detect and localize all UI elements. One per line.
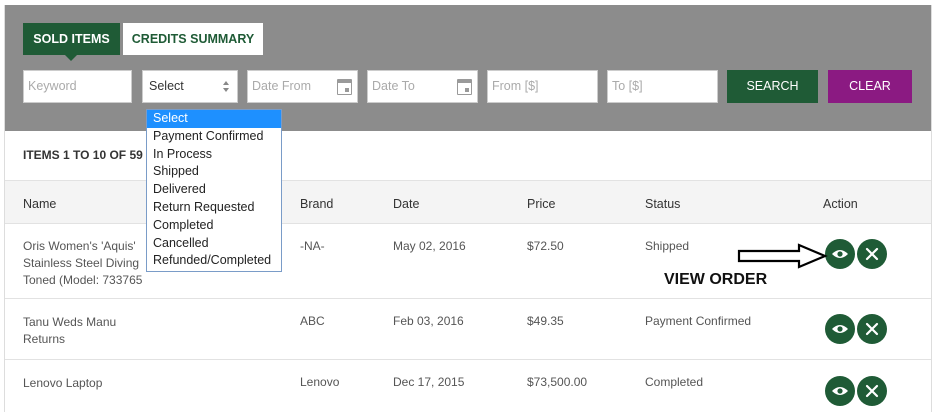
table-row: Tanu Weds Manu Returns ABC Feb 03, 2016 … [5,299,931,360]
item-price: $49.35 [527,314,564,328]
sold-items-page: SOLD ITEMS CREDITS SUMMARY Keyword Selec… [4,5,932,412]
clear-button[interactable]: CLEAR [828,70,912,103]
table-header: Name Brand Date Price Status Action [5,180,931,224]
item-brand: Lenovo [300,375,340,389]
dropdown-option[interactable]: Delivered [147,181,281,199]
header-price: Price [527,197,556,211]
remove-item-button[interactable] [857,239,887,269]
view-order-button[interactable] [825,376,855,406]
search-button[interactable]: SEARCH [727,70,818,103]
view-order-button[interactable] [825,239,855,269]
keyword-input[interactable]: Keyword [23,70,132,103]
status-select[interactable]: Select [142,70,238,103]
item-price: $72.50 [527,239,564,253]
calendar-icon[interactable] [457,79,472,95]
date-from-placeholder: Date From [252,79,312,93]
item-date: Feb 03, 2016 [393,314,464,328]
tab-sold-items[interactable]: SOLD ITEMS [23,23,120,61]
item-name: Oris Women's 'Aquis' Stainless Steel Div… [23,238,148,289]
eye-icon [832,325,848,333]
price-to-placeholder: To [$] [612,79,643,93]
keyword-placeholder: Keyword [28,79,77,93]
item-name: Tanu Weds Manu Returns [23,315,117,346]
dropdown-option[interactable]: Select [147,110,281,128]
item-name-line: Oris Women's 'Aquis' [23,239,136,253]
header-name: Name [23,197,57,211]
item-status: Completed [645,375,704,389]
item-name-line: Toned (Model: 733765 [23,273,143,287]
status-select-value: Select [149,79,184,93]
close-icon [865,247,879,261]
view-order-annotation: VIEW ORDER [664,271,768,288]
dropdown-option[interactable]: Cancelled [147,235,281,253]
item-price: $73,500.00 [527,375,588,389]
item-brand: ABC [300,314,325,328]
dropdown-option[interactable]: Completed [147,217,281,235]
dropdown-option[interactable]: Refunded/Completed [147,252,281,270]
view-order-button[interactable] [825,314,855,344]
dropdown-option[interactable]: In Process [147,146,281,164]
item-date: May 02, 2016 [393,239,466,253]
item-name: Lenovo Laptop [23,376,103,390]
header-status: Status [645,197,681,211]
item-brand: -NA- [300,239,325,253]
items-count: ITEMS 1 TO 10 OF 59 [23,148,143,162]
close-icon [865,322,879,336]
close-icon [865,384,879,398]
arrow-right-icon [737,243,828,269]
date-to-placeholder: Date To [372,79,415,93]
item-status: Payment Confirmed [645,314,752,328]
filter-panel: SOLD ITEMS CREDITS SUMMARY Keyword Selec… [5,5,931,131]
header-action: Action [823,197,858,211]
dropdown-option[interactable]: Shipped [147,163,281,181]
item-date: Dec 17, 2015 [393,375,465,389]
tab-credits-summary[interactable]: CREDITS SUMMARY [123,23,263,55]
eye-icon [832,387,848,395]
item-name-line: Stainless Steel Diving [23,256,140,270]
header-brand: Brand [300,197,334,211]
price-from-input[interactable]: From [$] [487,70,598,103]
calendar-icon[interactable] [337,79,352,95]
date-from-input[interactable]: Date From [247,70,358,103]
price-to-input[interactable]: To [$] [607,70,718,103]
price-from-placeholder: From [$] [492,79,539,93]
remove-item-button[interactable] [857,314,887,344]
status-dropdown-list: Select Payment Confirmed In Process Ship… [146,109,282,272]
item-status: Shipped [645,239,690,253]
table-row: Lenovo Laptop Lenovo Dec 17, 2015 $73,50… [5,360,931,412]
date-to-input[interactable]: Date To [367,70,478,103]
eye-icon [832,250,848,258]
dropdown-option[interactable]: Payment Confirmed [147,128,281,146]
dropdown-option[interactable]: Return Requested [147,199,281,217]
remove-item-button[interactable] [857,376,887,406]
header-date: Date [393,197,420,211]
